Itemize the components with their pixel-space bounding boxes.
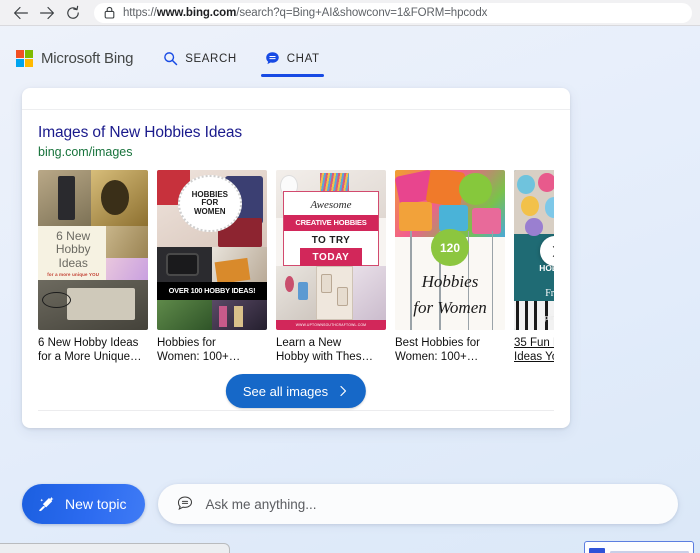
thumbnail-item[interactable]: 120 Hobbies for Women Be — [395, 170, 505, 364]
microsoft-logo-icon — [16, 50, 33, 67]
thumbnail-caption[interactable]: Learn a New Hobby with Thes… — [276, 336, 386, 364]
caption-line-1: Hobbies for — [157, 336, 267, 350]
card-body: Images of New Hobbies Ideas bing.com/ima… — [22, 110, 570, 428]
chat-bubble-icon — [265, 51, 280, 66]
chat-bubble-outline-icon — [176, 495, 194, 513]
thumbnail-carousel: 6 New Hobby Ideas for a more unique YOU — [38, 170, 554, 370]
tab-chat-label: CHAT — [287, 53, 320, 65]
composer-bar: New topic Ask me anything... — [0, 482, 700, 526]
ask-input-placeholder: Ask me anything... — [205, 497, 316, 512]
chevron-right-icon — [549, 245, 555, 258]
caption-line-1: Best Hobbies for — [395, 336, 505, 350]
caption-line-2: Ideas You Ca… — [514, 350, 554, 364]
popup-swatch-icon — [589, 548, 605, 553]
thumb5-line-3: Free Online — [545, 288, 554, 299]
arrow-right-icon — [39, 5, 55, 21]
broom-icon — [37, 495, 56, 514]
bing-wordmark: Microsoft Bing — [41, 50, 133, 67]
taskbar-fragment — [0, 543, 230, 553]
thumb3-footer: WWW.UPTOWNSOUTHCRAFTOWL.COM — [296, 323, 366, 327]
page-content: Microsoft Bing SEARCH CHAT — [0, 26, 700, 553]
thumb2-badge-3: WOMEN — [194, 208, 226, 217]
popup-fragment[interactable] — [584, 541, 694, 553]
thumbnail-caption[interactable]: Best Hobbies for Women: 100+… — [395, 336, 505, 364]
caption-line-2: Hobby with Thes… — [276, 350, 386, 364]
tab-chat[interactable]: CHAT — [265, 36, 320, 81]
thumb4-badge-num: 120 — [440, 241, 460, 255]
bing-header: Microsoft Bing SEARCH CHAT — [0, 36, 700, 81]
card-title[interactable]: Images of New Hobbies Ideas — [38, 124, 554, 142]
caption-line-2: for a More Unique… — [38, 350, 148, 364]
thumb1-title-2: Hobby — [56, 243, 91, 256]
thumb3-poster-1: Awesome — [311, 199, 352, 211]
caption-line-2: Women: 100+… — [395, 350, 505, 364]
thumbnail-item[interactable]: 35 HOBBIES TO L with Free Online — [514, 170, 554, 364]
arrow-left-icon — [13, 5, 29, 21]
reload-button[interactable] — [60, 2, 86, 24]
thumbnail-caption[interactable]: Hobbies for Women: 100+… — [157, 336, 267, 364]
caption-line-1: 35 Fun Hobby — [514, 336, 554, 350]
chevron-right-icon — [337, 385, 349, 397]
new-topic-label: New topic — [65, 496, 126, 512]
caption-line-1: 6 New Hobby Ideas — [38, 336, 148, 350]
thumbnail-image[interactable]: HOBBIES FOR WOMEN OVER 100 HOBBY IDEAS! — [157, 170, 267, 330]
caption-line-2: Women: 100+… — [157, 350, 267, 364]
thumbnail-item[interactable]: Awesome CREATIVE HOBBIES TO TRY TODAY — [276, 170, 386, 364]
url-text: https://www.bing.com/search?q=Bing+AI&sh… — [123, 7, 487, 19]
thumbnail-image[interactable]: 120 Hobbies for Women — [395, 170, 505, 330]
image-answer-card: Images of New Hobbies Ideas bing.com/ima… — [22, 88, 570, 428]
lock-icon — [104, 6, 115, 19]
thumb1-title-1: 6 New — [56, 230, 90, 243]
thumbnail-track: 6 New Hobby Ideas for a more unique YOU — [38, 170, 554, 364]
thumb3-poster-3: TO TRY — [312, 235, 351, 246]
card-source-url[interactable]: bing.com/images — [38, 145, 554, 159]
thumb2-banner: OVER 100 HOBBY IDEAS! — [169, 286, 256, 295]
thumbnail-image[interactable]: Awesome CREATIVE HOBBIES TO TRY TODAY — [276, 170, 386, 330]
search-icon — [163, 51, 178, 66]
thumb4-script-2: for Women — [413, 298, 487, 318]
bing-logo[interactable]: Microsoft Bing — [16, 50, 133, 67]
address-bar[interactable]: https://www.bing.com/search?q=Bing+AI&sh… — [94, 3, 692, 23]
thumbnail-item[interactable]: HOBBIES FOR WOMEN OVER 100 HOBBY IDEAS! — [157, 170, 267, 364]
thumbnail-caption[interactable]: 35 Fun Hobby Ideas You Ca… — [514, 336, 554, 364]
reload-icon — [65, 5, 81, 21]
ask-input-box[interactable]: Ask me anything... — [158, 484, 678, 524]
header-tabs: SEARCH CHAT — [163, 36, 319, 81]
thumb1-subtitle: for a more unique YOU — [47, 272, 99, 277]
caption-line-2-text: Ideas You Ca… — [514, 351, 554, 363]
new-topic-button[interactable]: New topic — [22, 484, 145, 524]
thumb3-poster-2: CREATIVE HOBBIES — [295, 218, 366, 227]
see-all-section: See all images — [38, 372, 554, 428]
see-all-images-button[interactable]: See all images — [226, 374, 366, 408]
thumbnail-image[interactable]: 6 New Hobby Ideas for a more unique YOU — [38, 170, 148, 330]
card-divider — [38, 410, 554, 411]
tab-search-label: SEARCH — [185, 53, 237, 65]
tab-active-underline — [261, 74, 324, 77]
caption-line-1: Learn a New — [276, 336, 386, 350]
thumb1-title-3: Ideas — [59, 257, 88, 270]
thumb3-poster-4: TODAY — [313, 252, 350, 263]
caption-line-1-text: 35 Fun Hobby — [514, 337, 554, 349]
thumb5-watermark: pinterest.com — [544, 313, 554, 322]
thumb4-script-1: Hobbies — [422, 272, 479, 292]
see-all-images-label: See all images — [243, 384, 328, 399]
forward-button[interactable] — [34, 2, 60, 24]
thumbnail-item[interactable]: 6 New Hobby Ideas for a more unique YOU — [38, 170, 148, 364]
browser-toolbar: https://www.bing.com/search?q=Bing+AI&sh… — [0, 0, 700, 26]
card-top-strip — [22, 88, 570, 110]
back-button[interactable] — [8, 2, 34, 24]
thumbnail-caption[interactable]: 6 New Hobby Ideas for a More Unique… — [38, 336, 148, 364]
tab-search[interactable]: SEARCH — [163, 36, 237, 81]
